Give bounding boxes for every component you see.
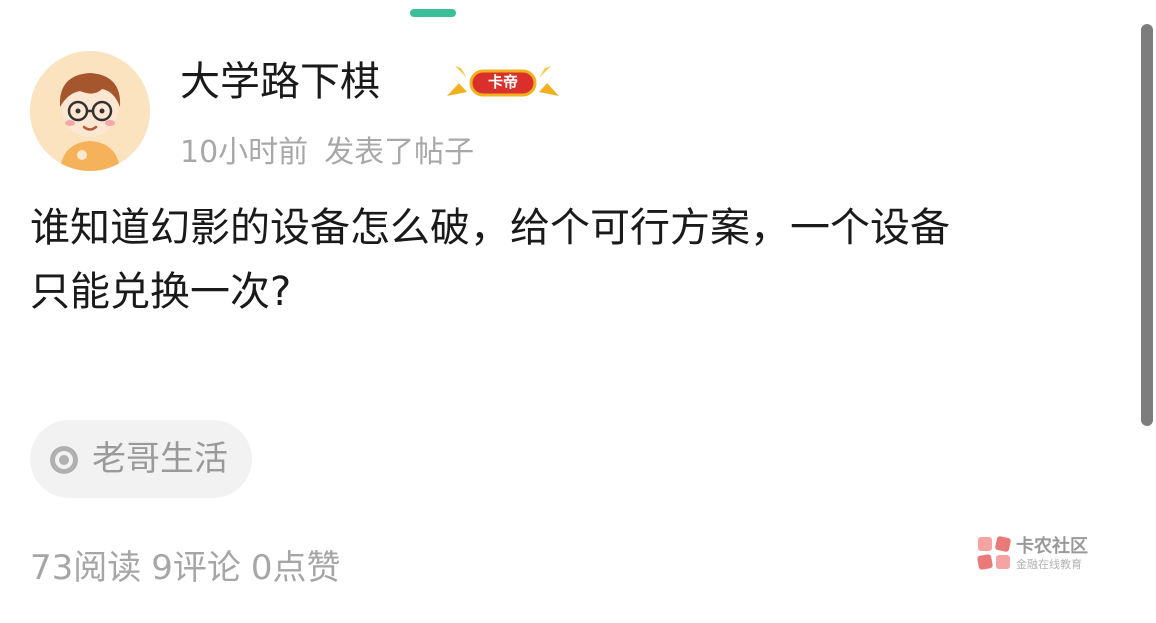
- drag-handle[interactable]: [410, 9, 456, 17]
- comment-count[interactable]: 9评论: [151, 548, 241, 588]
- content-line: 谁知道幻影的设备怎么破，给个可行方案，一个设备: [30, 205, 950, 251]
- topic-tag[interactable]: 老哥生活: [30, 420, 252, 498]
- badge: 卡帝: [441, 62, 565, 104]
- watermark-name: 卡农社区: [1016, 536, 1088, 557]
- watermark-subtitle: 金融在线教育: [1016, 558, 1082, 571]
- read-count: 73阅读: [30, 548, 142, 588]
- post-time: 10小时前: [180, 135, 309, 170]
- topic-tag-label: 老哥生活: [92, 439, 228, 479]
- avatar[interactable]: [30, 51, 150, 171]
- post-meta: 10小时前 发表了帖子: [180, 133, 474, 173]
- content-line: 只能兑换一次?: [30, 269, 292, 315]
- scrollbar[interactable]: [1141, 24, 1153, 426]
- badge-label: 卡帝: [487, 73, 518, 91]
- post-stats: 73阅读 9评论 0点赞: [30, 546, 341, 590]
- circle-target-icon: [50, 446, 78, 474]
- watermark-logo-icon: [977, 536, 1011, 570]
- like-count[interactable]: 0点赞: [251, 548, 341, 588]
- author-name[interactable]: 大学路下棋: [180, 54, 380, 110]
- post-content[interactable]: 谁知道幻影的设备怎么破，给个可行方案，一个设备 只能兑换一次?: [30, 196, 1130, 324]
- post-action: 发表了帖子: [324, 135, 475, 170]
